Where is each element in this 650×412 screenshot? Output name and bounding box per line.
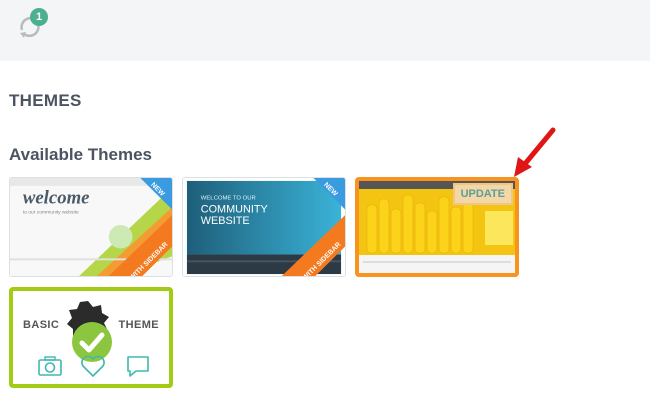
theme-headline-line1: WELCOME TO OUR bbox=[201, 196, 256, 202]
page-title: THEMES bbox=[9, 91, 82, 110]
theme-card-hands[interactable]: UPDATE bbox=[355, 177, 519, 277]
theme-headline-line3: WEBSITE bbox=[201, 215, 250, 227]
section-title: Available Themes bbox=[9, 145, 152, 164]
comment-icon[interactable] bbox=[125, 353, 151, 379]
theme-headline-line2: COMMUNITY bbox=[201, 203, 268, 215]
update-button[interactable]: UPDATE bbox=[452, 183, 513, 205]
theme-thumbnail: WELCOME TO OUR COMMUNITY WEBSITE NEW WIT… bbox=[183, 178, 345, 276]
theme-card-community[interactable]: WELCOME TO OUR COMMUNITY WEBSITE NEW WIT… bbox=[182, 177, 346, 277]
sync-count-badge: 1 bbox=[30, 8, 48, 26]
theme-name-left: BASIC bbox=[23, 319, 60, 331]
red-arrow-icon bbox=[514, 127, 556, 177]
theme-card-basic[interactable]: BASIC THEME bbox=[9, 287, 173, 388]
heart-icon[interactable] bbox=[80, 353, 106, 379]
camera-icon[interactable] bbox=[37, 353, 63, 379]
theme-thumbnail: welcome to our community website NEW WIT… bbox=[10, 178, 172, 276]
top-bar: 1 bbox=[0, 0, 650, 61]
theme-name-right: THEME bbox=[118, 319, 159, 331]
theme-card-welcome[interactable]: welcome to our community website NEW WIT… bbox=[9, 177, 173, 277]
theme-headline: welcome bbox=[23, 188, 90, 209]
theme-tagline: to our community website bbox=[23, 209, 79, 215]
